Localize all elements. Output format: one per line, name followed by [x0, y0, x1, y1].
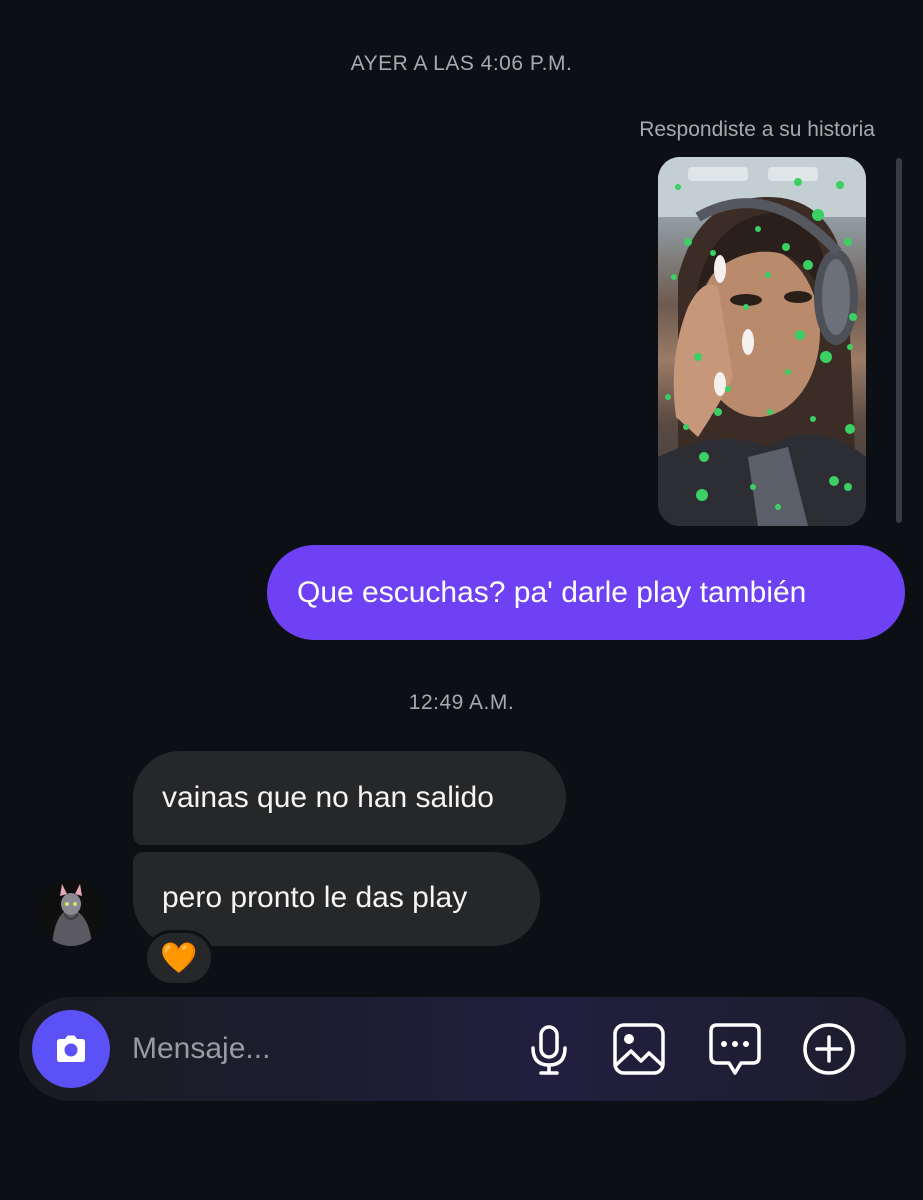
microphone-icon — [531, 1025, 567, 1075]
story-reply-label: Respondiste a su historia — [639, 118, 875, 141]
gallery-icon — [613, 1023, 665, 1075]
story-thumbnail[interactable] — [658, 157, 866, 526]
story-image — [658, 157, 866, 526]
message-input[interactable] — [132, 1027, 492, 1071]
sent-message[interactable]: Que escuchas? pa' darle play también — [267, 545, 905, 640]
microphone-button[interactable] — [521, 1021, 577, 1077]
camera-button[interactable] — [32, 1010, 110, 1088]
heart-reaction[interactable]: 🧡 — [144, 930, 214, 986]
avatar[interactable] — [38, 880, 104, 946]
timestamp-today: 12:49 A.M. — [408, 691, 515, 714]
gallery-button[interactable] — [611, 1021, 667, 1077]
avatar-image — [38, 880, 104, 946]
sticker-icon — [709, 1023, 761, 1075]
sticker-button[interactable] — [707, 1021, 763, 1077]
received-message[interactable]: vainas que no han salido — [133, 751, 566, 845]
message-composer — [19, 997, 906, 1101]
scrollbar[interactable] — [896, 158, 902, 523]
add-button[interactable] — [801, 1021, 857, 1077]
timestamp-yesterday: AYER A LAS 4:06 P.M. — [350, 52, 573, 75]
camera-icon — [57, 1035, 85, 1062]
plus-icon — [803, 1023, 855, 1075]
